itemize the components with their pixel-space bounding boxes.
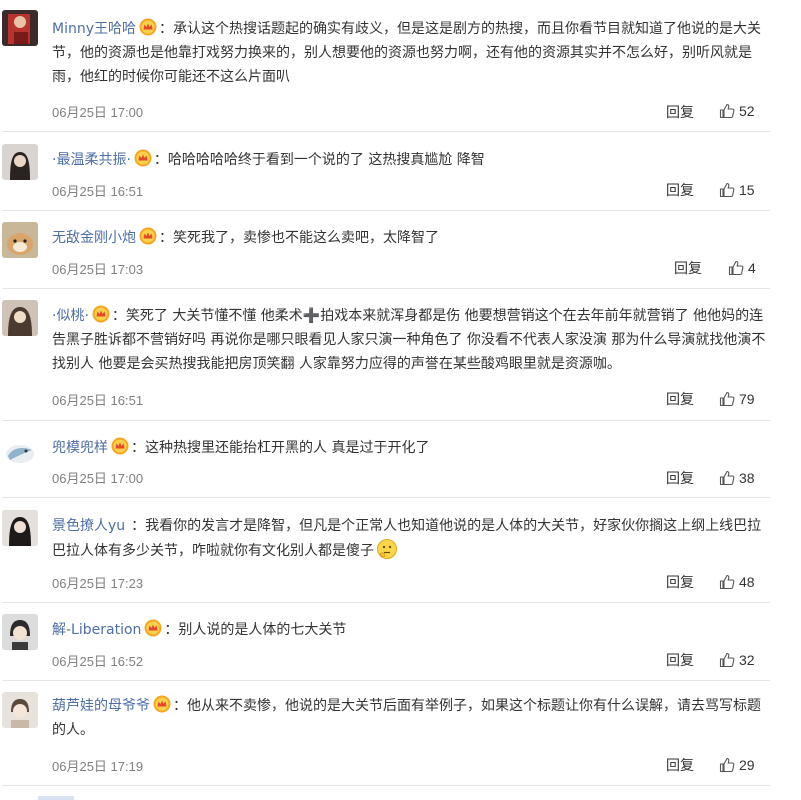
divider	[2, 602, 770, 603]
comment-text: 笑死我了，卖惨也不能这么卖吧，太降智了	[173, 230, 439, 246]
comment-colon: ：	[111, 308, 126, 324]
avatar[interactable]	[2, 10, 38, 46]
thumbs-up-icon	[719, 757, 735, 776]
thumbs-up-icon	[728, 260, 744, 279]
emoji-thinking-icon	[376, 538, 398, 568]
avatar[interactable]	[2, 144, 38, 180]
username-link[interactable]: ·似桃·	[52, 308, 89, 324]
comment-time: 06月25日 16:52	[52, 654, 144, 669]
like-count: 29	[739, 757, 755, 773]
next-item-edge	[38, 796, 74, 800]
username-link[interactable]: 兜模兜样	[52, 440, 108, 456]
vip-crown-icon	[139, 227, 157, 245]
comment-text: 笑死了 大关节懂不懂 他柔术➕拍戏本来就浑身都是伤 他要想营销这个在去年前年就营…	[52, 308, 766, 372]
reply-button[interactable]: 回复	[666, 755, 694, 775]
like-button[interactable]: 52	[719, 103, 755, 122]
like-button[interactable]: 48	[719, 574, 755, 593]
divider	[2, 210, 770, 211]
comment-text: 这种热搜里还能抬杠开黑的人 真是过于开化了	[145, 440, 430, 456]
comment-colon: ：	[159, 230, 173, 246]
like-count: 4	[748, 260, 756, 276]
divider	[2, 680, 770, 681]
comment-colon: ：	[131, 440, 145, 456]
username-link[interactable]: ·最温柔共振·	[52, 152, 131, 168]
avatar[interactable]	[2, 222, 38, 258]
reply-button[interactable]: 回复	[666, 650, 694, 670]
comment-time: 06月25日 16:51	[52, 184, 144, 199]
vip-crown-icon	[153, 695, 171, 713]
divider	[2, 131, 770, 132]
reply-button[interactable]: 回复	[666, 468, 694, 488]
comment-colon: ：	[173, 698, 187, 714]
vip-crown-icon	[111, 437, 129, 455]
vip-crown-icon	[134, 149, 152, 167]
reply-button[interactable]: 回复	[666, 180, 694, 200]
like-count: 32	[739, 652, 755, 668]
thumbs-up-icon	[719, 652, 735, 671]
thumbs-up-icon	[719, 182, 735, 201]
comment-time: 06月25日 17:03	[52, 262, 144, 277]
thumbs-up-icon	[719, 391, 735, 410]
like-count: 15	[739, 182, 755, 198]
comment-colon: ：	[164, 622, 179, 638]
comment-text: 别人说的是人体的七大关节	[178, 622, 347, 638]
username-link[interactable]: 葫芦娃的母爷爷	[52, 698, 150, 714]
like-button[interactable]: 15	[719, 182, 755, 201]
comment-list: Minny王哈哈 ：承认这个热搜话题起的确实有歧义，但是这是剧方的热搜，而且你看节…	[0, 0, 801, 800]
username-link[interactable]: 景色撩人yu	[52, 518, 125, 534]
comment-time: 06月25日 17:00	[52, 105, 144, 120]
comment-time: 06月25日 17:00	[52, 471, 144, 486]
reply-button[interactable]: 回复	[666, 389, 694, 409]
vip-crown-icon	[144, 619, 162, 637]
comment-time: 06月25日 17:19	[52, 759, 144, 774]
like-count: 79	[739, 391, 755, 407]
reply-button[interactable]: 回复	[666, 102, 694, 122]
reply-button[interactable]: 回复	[674, 258, 702, 278]
username-link[interactable]: 无敌金刚小炮	[52, 230, 136, 246]
avatar[interactable]	[2, 692, 38, 728]
thumbs-up-icon	[719, 103, 735, 122]
comment-colon: ：	[153, 152, 168, 168]
comment-time: 06月25日 17:23	[52, 576, 144, 591]
comment-colon: ：	[159, 21, 173, 37]
divider	[2, 288, 770, 289]
comment-colon: ：	[131, 518, 146, 534]
vip-crown-icon	[139, 18, 157, 36]
vip-crown-icon	[92, 305, 110, 323]
avatar[interactable]	[2, 300, 38, 336]
comment-time: 06月25日 16:51	[52, 393, 144, 408]
like-button[interactable]: 29	[719, 757, 755, 776]
username-link[interactable]: 解-Liberation	[52, 622, 141, 638]
like-count: 52	[739, 103, 755, 119]
avatar[interactable]	[2, 510, 38, 546]
like-count: 48	[739, 574, 755, 590]
username-link[interactable]: Minny王哈哈	[52, 21, 136, 37]
divider	[2, 420, 770, 421]
like-button[interactable]: 79	[719, 391, 755, 410]
like-button[interactable]: 32	[719, 652, 755, 671]
like-button[interactable]: 4	[728, 260, 756, 279]
avatar[interactable]	[2, 614, 38, 650]
thumbs-up-icon	[719, 574, 735, 593]
avatar[interactable]	[2, 434, 38, 470]
divider	[2, 497, 770, 498]
comment-text: 我看你的发言才是降智，但凡是个正常人也知道他说的是人体的大关节，好家伙你搁这上纲…	[52, 518, 762, 559]
like-button[interactable]: 38	[719, 470, 755, 489]
reply-button[interactable]: 回复	[666, 572, 694, 592]
divider	[2, 785, 770, 786]
comment-text: 哈哈哈哈哈终于看到一个说的了 这热搜真尴尬 降智	[167, 152, 485, 168]
thumbs-up-icon	[719, 470, 735, 489]
like-count: 38	[739, 470, 755, 486]
